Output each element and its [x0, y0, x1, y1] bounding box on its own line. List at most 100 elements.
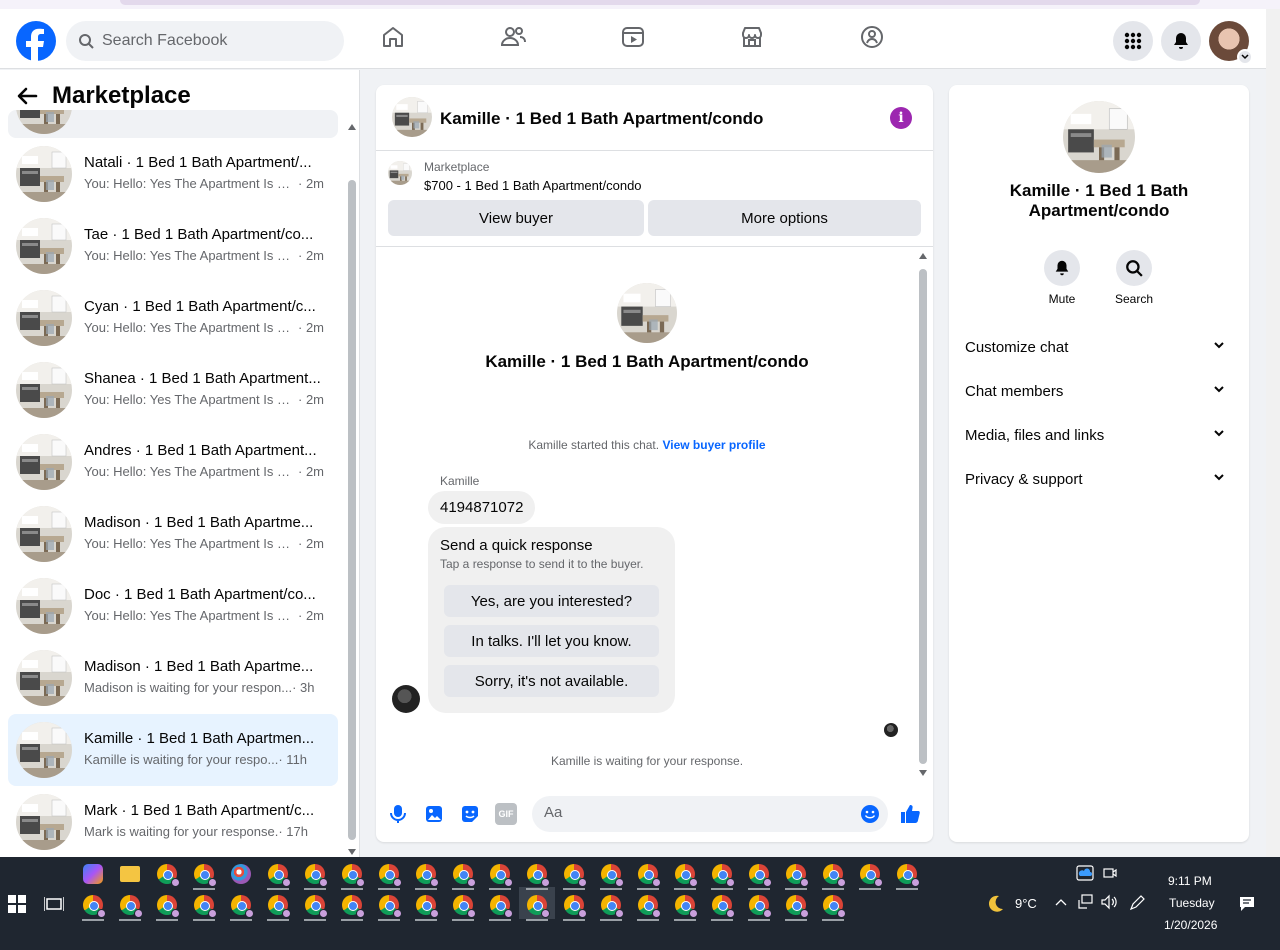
pen-icon[interactable] — [1128, 894, 1146, 912]
sender-avatar[interactable] — [392, 685, 420, 713]
groups-icon[interactable] — [858, 23, 886, 51]
scrollbar-thumb[interactable] — [919, 269, 927, 764]
home-icon[interactable] — [379, 23, 407, 51]
gif-icon[interactable]: GIF — [495, 803, 517, 825]
conversation-row[interactable]: Madison · 1 Bed 1 Bath Apartme... You: H… — [8, 498, 338, 570]
onedrive-icon[interactable] — [1076, 865, 1094, 881]
sticker-icon[interactable] — [459, 803, 481, 825]
chrome-window-icon[interactable] — [823, 895, 846, 918]
video-icon[interactable] — [619, 23, 647, 51]
paint-icon[interactable] — [231, 864, 251, 884]
chrome-window-icon[interactable] — [453, 895, 476, 918]
chat-title[interactable]: Kamille · 1 Bed 1 Bath Apartment/condo — [440, 109, 763, 129]
chrome-window-icon[interactable] — [601, 895, 624, 918]
chrome-window-icon[interactable] — [120, 895, 143, 918]
message-input[interactable] — [544, 804, 844, 821]
back-arrow-icon[interactable] — [16, 85, 38, 107]
chrome-icon[interactable] — [157, 864, 180, 887]
page-scrollbar[interactable] — [1266, 9, 1280, 857]
facebook-logo-icon[interactable] — [16, 21, 56, 61]
chrome-window-icon[interactable] — [675, 895, 698, 918]
chrome-window-icon[interactable] — [194, 895, 217, 918]
conversation-row[interactable]: Madison · 1 Bed 1 Bath Apartme... Madiso… — [8, 642, 338, 714]
chrome-window-icon[interactable] — [564, 895, 587, 918]
chrome-window-icon[interactable] — [490, 895, 513, 918]
chrome-window-icon[interactable] — [490, 864, 513, 887]
conversation-row[interactable]: Shanea · 1 Bed 1 Bath Apartment... You: … — [8, 354, 338, 426]
chrome-window-icon[interactable] — [268, 864, 291, 887]
volume-icon[interactable] — [1100, 894, 1118, 910]
privacy-support-section[interactable]: Privacy & support — [957, 459, 1241, 499]
chrome-window-icon[interactable] — [638, 895, 661, 918]
chrome-window-icon[interactable] — [749, 864, 772, 887]
message-bubble[interactable]: 4194871072 — [428, 491, 536, 524]
profile-avatar[interactable] — [1209, 21, 1253, 65]
chrome-icon[interactable] — [194, 864, 217, 887]
friends-icon[interactable] — [499, 23, 527, 51]
chrome-window-icon[interactable] — [305, 895, 328, 918]
scroll-down-arrow-icon[interactable] — [919, 770, 927, 776]
chrome-window-icon[interactable] — [897, 864, 920, 887]
notification-center-icon[interactable] — [1238, 895, 1256, 913]
chrome-window-icon[interactable] — [527, 895, 550, 918]
meet-now-icon[interactable] — [1103, 866, 1117, 880]
chrome-window-icon[interactable] — [749, 895, 772, 918]
quick-response-button[interactable]: Yes, are you interested? — [444, 585, 659, 617]
chrome-window-icon[interactable] — [342, 864, 365, 887]
listing-thumbnail[interactable] — [392, 97, 432, 137]
photo-icon[interactable] — [423, 803, 445, 825]
conversation-row[interactable]: Cyan · 1 Bed 1 Bath Apartment/c... You: … — [8, 282, 338, 354]
chrome-window-icon[interactable] — [564, 864, 587, 887]
chrome-window-icon[interactable] — [712, 895, 735, 918]
clock-date[interactable]: 1/20/2026 — [1164, 918, 1217, 932]
chrome-window-icon[interactable] — [453, 864, 476, 887]
file-explorer-icon[interactable] — [120, 866, 140, 882]
view-buyer-button[interactable]: View buyer — [388, 200, 644, 236]
chrome-window-icon[interactable] — [638, 864, 661, 887]
emoji-icon[interactable] — [860, 804, 880, 824]
view-buyer-profile-link[interactable]: View buyer profile — [662, 438, 765, 452]
message-scrollbar[interactable] — [916, 251, 930, 778]
chrome-window-icon[interactable] — [342, 895, 365, 918]
customize-chat-section[interactable]: Customize chat — [957, 327, 1241, 367]
copilot-icon[interactable] — [83, 864, 103, 884]
chrome-window-icon[interactable] — [860, 864, 883, 887]
windows-start-icon[interactable] — [8, 895, 26, 913]
chrome-window-icon[interactable] — [416, 864, 439, 887]
temperature[interactable]: 9°C — [1015, 896, 1037, 911]
chrome-window-icon[interactable] — [83, 895, 106, 918]
task-view-icon[interactable] — [44, 895, 64, 913]
chrome-window-icon[interactable] — [305, 864, 328, 887]
chrome-window-icon[interactable] — [786, 864, 809, 887]
chrome-window-icon[interactable] — [379, 864, 402, 887]
conversation-list-scrollbar[interactable] — [345, 122, 359, 857]
quick-response-button[interactable]: In talks. I'll let you know. — [444, 625, 659, 657]
chrome-window-icon[interactable] — [268, 895, 291, 918]
chrome-window-icon[interactable] — [379, 895, 402, 918]
chrome-window-icon[interactable] — [823, 864, 846, 887]
marketplace-icon[interactable] — [738, 23, 766, 51]
conversation-row[interactable]: Doc · 1 Bed 1 Bath Apartment/co... You: … — [8, 570, 338, 642]
search-bar[interactable] — [66, 21, 344, 61]
conversation-row[interactable]: Mark · 1 Bed 1 Bath Apartment/c... Mark … — [8, 786, 338, 858]
chrome-window-icon[interactable] — [416, 895, 439, 918]
conversation-row[interactable]: Tae · 1 Bed 1 Bath Apartment/co... You: … — [8, 210, 338, 282]
quick-response-button[interactable]: Sorry, it's not available. — [444, 665, 659, 697]
scrollbar-thumb[interactable] — [348, 180, 356, 840]
conversation-row-partial[interactable] — [8, 110, 338, 138]
notifications-button[interactable] — [1161, 21, 1201, 61]
scroll-down-arrow-icon[interactable] — [348, 849, 356, 855]
thumbs-up-icon[interactable] — [899, 803, 921, 825]
search-in-chat-button[interactable]: Search — [1104, 250, 1164, 306]
listing-price-title[interactable]: $700 - 1 Bed 1 Bath Apartment/condo — [424, 178, 642, 193]
chrome-window-icon[interactable] — [231, 895, 254, 918]
conversation-row-selected[interactable]: Kamille · 1 Bed 1 Bath Apartmen... Kamil… — [8, 714, 338, 786]
info-icon[interactable]: i — [890, 107, 912, 129]
clock-day[interactable]: Tuesday — [1169, 896, 1215, 910]
chrome-window-icon[interactable] — [157, 895, 180, 918]
chevron-up-icon[interactable] — [1055, 897, 1067, 907]
media-files-links-section[interactable]: Media, files and links — [957, 415, 1241, 455]
chat-members-section[interactable]: Chat members — [957, 371, 1241, 411]
chrome-window-icon[interactable] — [527, 864, 550, 887]
chrome-window-icon[interactable] — [675, 864, 698, 887]
